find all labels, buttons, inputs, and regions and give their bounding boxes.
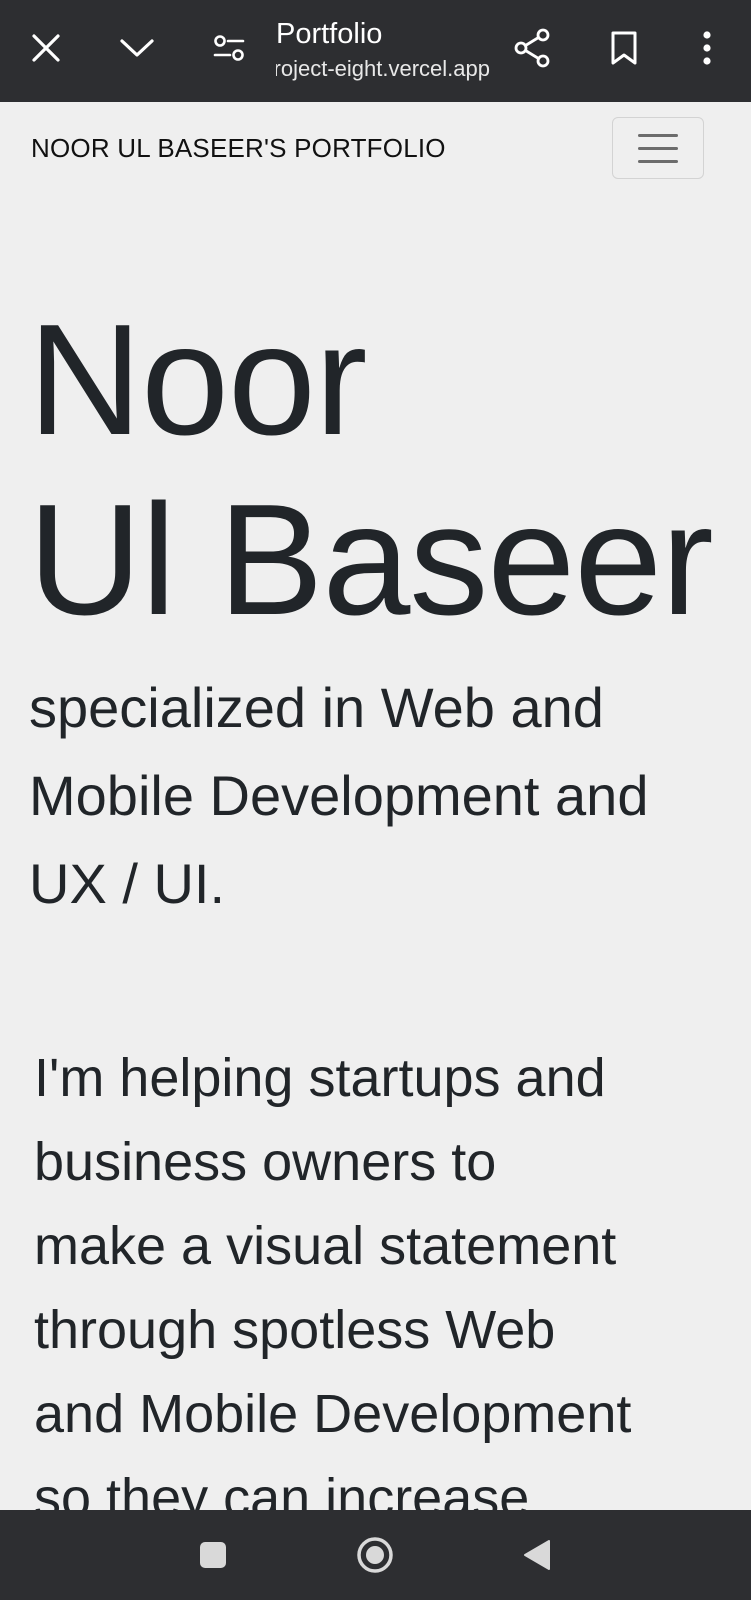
hero-last-name: Ul Baseer xyxy=(28,472,714,648)
site-navbar: NOOR UL BASEER'S PORTFOLIO xyxy=(0,102,751,192)
navbar-brand[interactable]: NOOR UL BASEER'S PORTFOLIO xyxy=(31,132,446,164)
square-recents-icon[interactable] xyxy=(168,1510,258,1600)
more-vert-icon[interactable] xyxy=(677,18,737,78)
hamburger-bar xyxy=(638,159,678,163)
pitch-line: business owners to xyxy=(34,1132,497,1192)
hamburger-bar xyxy=(638,133,678,137)
triangle-back-icon[interactable] xyxy=(492,1510,582,1600)
url-text[interactable]: project-eight.vercel.app xyxy=(276,54,490,84)
screen: Portfolio project-eight.vercel.app NOOR … xyxy=(0,0,751,1600)
chevron-down-icon[interactable] xyxy=(107,18,167,78)
close-icon[interactable] xyxy=(16,18,76,78)
browser-toolbar: Portfolio project-eight.vercel.app xyxy=(0,0,751,102)
hero-name: Noor Ul Baseer xyxy=(28,290,714,650)
share-icon[interactable] xyxy=(502,18,562,78)
hero-first-name: Noor xyxy=(28,292,367,468)
tab-title: Portfolio xyxy=(276,18,383,50)
pitch-line: through spotless Web xyxy=(34,1300,556,1360)
hero-pitch: I'm helping startups and business owners… xyxy=(34,1036,694,1540)
pitch-line: make a visual statement xyxy=(34,1216,617,1276)
hamburger-bar xyxy=(638,146,678,150)
pitch-line: and Mobile Development xyxy=(34,1384,632,1444)
hero-specialty: specialized in Web and Mobile Developmen… xyxy=(29,676,649,915)
hamburger-menu-icon[interactable] xyxy=(612,117,704,179)
system-navigation-bar xyxy=(0,1510,751,1600)
pitch-line: I'm helping startups and xyxy=(34,1048,606,1108)
tune-icon[interactable] xyxy=(199,18,259,78)
circle-home-icon[interactable] xyxy=(330,1510,420,1600)
bookmark-icon[interactable] xyxy=(594,18,654,78)
